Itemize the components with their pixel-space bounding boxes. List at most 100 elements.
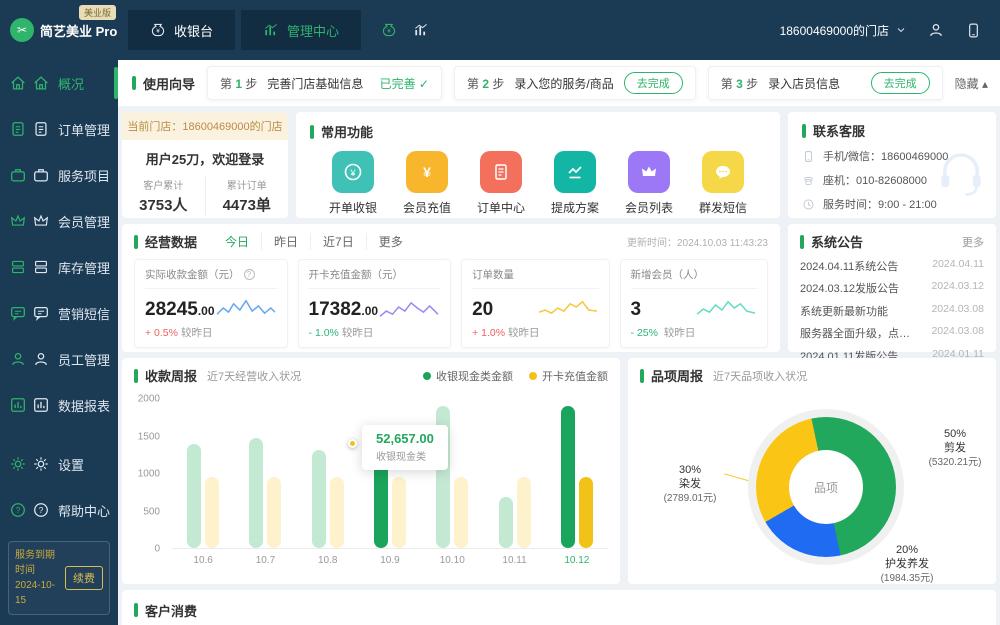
stat-new-members: 新增会员（人） 3 - 25% 较昨日 xyxy=(620,259,768,348)
help-icon[interactable]: ? xyxy=(244,269,255,280)
notice-item[interactable]: 2024.03.12发版公告2024.03.12 xyxy=(800,280,984,296)
bar-chart-icon[interactable] xyxy=(413,22,429,38)
tab-yesterday[interactable]: 昨日 xyxy=(261,233,310,250)
go-complete-button[interactable]: 去完成 xyxy=(871,72,930,94)
quick-action-member-list[interactable]: 会员列表 xyxy=(620,151,678,216)
guide-step-2: 第 2 步 录入您的服务/商品 去完成 xyxy=(454,66,696,100)
sidebar-label: 帮助中心 xyxy=(58,501,110,520)
logo-icon: ✂ xyxy=(10,18,34,42)
donut-chart[interactable]: 品项 xyxy=(756,417,896,557)
y-tick: 1500 xyxy=(138,431,160,442)
y-tick: 0 xyxy=(154,544,160,555)
tab-more[interactable]: 更多 xyxy=(366,233,415,250)
bar[interactable] xyxy=(249,438,263,548)
guide-step-3: 第 3 步 录入店员信息 去完成 xyxy=(708,66,943,100)
tab-last7days[interactable]: 近7日 xyxy=(310,233,366,250)
sidebar-item-staff[interactable]: 员工管理 xyxy=(0,336,118,382)
bar-group[interactable] xyxy=(234,399,296,548)
sidebar-item-members[interactable]: 会员管理 xyxy=(0,198,118,244)
bar-group[interactable] xyxy=(483,399,545,548)
x-tick: 10.6 xyxy=(172,555,234,566)
bar-xaxis: 10.610.710.810.910.1010.1110.12 xyxy=(172,555,608,566)
boxes-icon xyxy=(32,258,50,276)
user-icon[interactable] xyxy=(927,21,945,39)
quick-actions-card: 常用功能 ¥ 开单收银 ¥ 会员充值 xyxy=(296,112,780,218)
usage-guide-bar: 使用向导 第 1 步 完善门店基础信息 已完善 ✓ 第 2 步 录入您的服务/商… xyxy=(118,60,1000,106)
bar[interactable] xyxy=(205,477,219,548)
donut-area: 品项 50% 剪发 (5320.21元) 30% 染发 (2789.01元) 2… xyxy=(640,387,984,583)
bar[interactable] xyxy=(267,477,281,548)
bar-group[interactable] xyxy=(172,399,234,548)
item-chart-subtitle: 近7天品项收入状况 xyxy=(713,368,807,384)
callout-haircare: 20% 护发养发 (1984.35元) xyxy=(852,543,962,584)
bar-group[interactable] xyxy=(421,399,483,548)
legend-dot xyxy=(529,372,537,380)
renew-button[interactable]: 续费 xyxy=(65,566,103,590)
store-selector[interactable]: 18600469000的门店 xyxy=(780,22,907,39)
bar[interactable] xyxy=(330,477,344,548)
bar[interactable] xyxy=(454,477,468,548)
notice-item[interactable]: 服务器全面升级，点击…2024.03.08 xyxy=(800,325,984,341)
bar[interactable] xyxy=(187,444,201,548)
quick-action-commission-plan[interactable]: 提成方案 xyxy=(546,151,604,216)
bar[interactable] xyxy=(392,477,406,548)
quick-action-open-bill[interactable]: ¥ 开单收银 xyxy=(324,151,382,216)
sidebar-item-inventory[interactable]: 库存管理 xyxy=(0,244,118,290)
customer-consumption-title: 客户消费 xyxy=(145,601,197,620)
tab-today[interactable]: 今日 xyxy=(213,233,261,250)
hide-guide-link[interactable]: 隐藏 ▴ xyxy=(955,75,988,92)
tab-management-center[interactable]: 管理中心 xyxy=(241,10,361,50)
green-bar xyxy=(802,124,806,138)
sidebar-item-sms[interactable]: 营销短信 xyxy=(0,290,118,336)
sidebar-item-settings[interactable]: 设置 xyxy=(0,441,118,487)
money-bag-icon[interactable] xyxy=(381,22,397,38)
payment-chart-subtitle: 近7天经营收入状况 xyxy=(207,368,301,384)
tab-cashier[interactable]: 收银台 xyxy=(128,10,235,50)
sidebar-label: 数据报表 xyxy=(58,396,110,415)
bar[interactable] xyxy=(499,497,513,548)
bar[interactable] xyxy=(561,406,575,548)
bar[interactable] xyxy=(579,477,593,548)
bar[interactable] xyxy=(312,450,326,548)
sms-icon xyxy=(9,304,27,322)
bar-group[interactable] xyxy=(546,399,608,548)
sidebar-label: 库存管理 xyxy=(58,258,110,277)
sidebar-item-services[interactable]: 服务项目 xyxy=(0,152,118,198)
item-chart-title: 品项周报 xyxy=(651,366,703,385)
quick-actions-title: 常用功能 xyxy=(321,122,373,141)
quick-action-member-recharge[interactable]: ¥ 会员充值 xyxy=(398,151,456,216)
quick-action-order-center[interactable]: 订单中心 xyxy=(472,151,530,216)
mobile-phone-icon[interactable] xyxy=(965,22,982,39)
business-data-card: 经营数据 今日 昨日 近7日 更多 更新时间：2024.10.03 11:43:… xyxy=(122,224,780,352)
sidebar-label: 概况 xyxy=(58,74,84,93)
notice-item[interactable]: 2024.04.11系统公告2024.04.11 xyxy=(800,258,984,274)
green-bar xyxy=(134,369,138,383)
sidebar-item-help-center[interactable]: 帮助中心 xyxy=(0,487,118,533)
notices-title: 系统公告 xyxy=(811,232,863,251)
sidebar-item-reports[interactable]: 数据报表 xyxy=(0,382,118,428)
briefcase-icon xyxy=(32,166,50,184)
sidebar-item-overview[interactable]: 概况 xyxy=(0,60,118,106)
green-bar xyxy=(640,369,644,383)
sidebar-label: 会员管理 xyxy=(58,212,110,231)
person-icon xyxy=(32,350,50,368)
go-complete-button[interactable]: 去完成 xyxy=(624,72,683,94)
bar-plot xyxy=(172,399,608,549)
service-expiry-box: 服务到期时间 2024-10-15 续费 xyxy=(8,541,110,615)
x-tick: 10.7 xyxy=(234,555,296,566)
sidebar-item-orders[interactable]: 订单管理 xyxy=(0,106,118,152)
notices-more-link[interactable]: 更多 xyxy=(962,234,984,250)
notice-item[interactable]: 系统更新最新功能2024.03.08 xyxy=(800,303,984,319)
donut-center-label: 品项 xyxy=(789,450,863,524)
legend-recharge[interactable]: 开卡充值金额 xyxy=(529,368,608,384)
green-bar xyxy=(134,603,138,617)
bar[interactable] xyxy=(517,477,531,548)
payment-weekly-chart-card: 收款周报 近7天经营收入状况 收银现金类金额 开卡充值金额 2000150010… xyxy=(122,358,620,584)
expiry-date: 2024-10-15 xyxy=(15,578,59,608)
quick-action-bulk-sms[interactable]: 群发短信 xyxy=(694,151,752,216)
business-data-title: 经营数据 xyxy=(145,232,197,251)
report-icon xyxy=(32,396,50,414)
legend-cash[interactable]: 收银现金类金额 xyxy=(423,368,513,384)
bar-group[interactable] xyxy=(359,399,421,548)
bar-group[interactable] xyxy=(297,399,359,548)
